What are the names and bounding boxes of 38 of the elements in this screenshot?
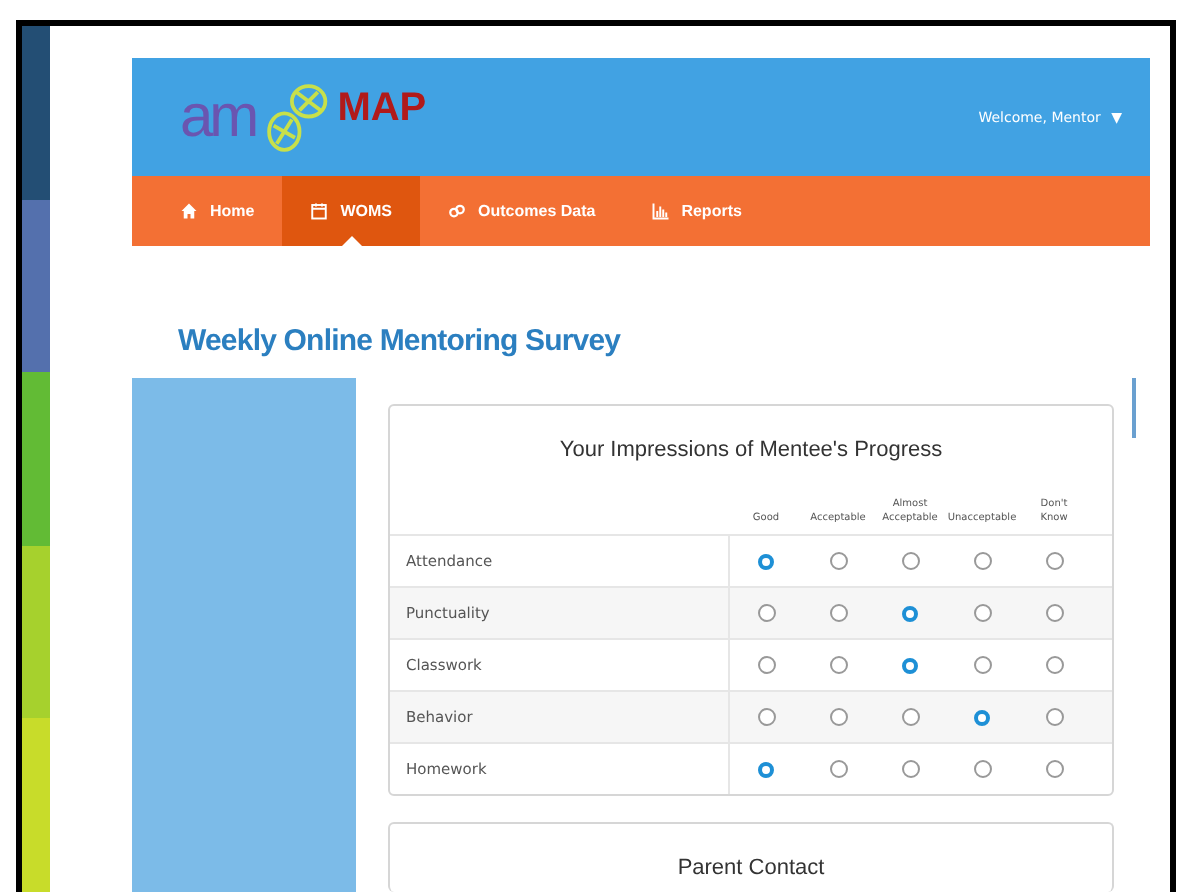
- nav-tab[interactable]: Reports: [623, 176, 770, 246]
- radio-button[interactable]: [829, 708, 847, 726]
- logo-text: MAP: [337, 86, 427, 132]
- radio-button[interactable]: [758, 761, 774, 777]
- radio-button[interactable]: [829, 552, 847, 570]
- nav-tab[interactable]: WOMS: [282, 176, 421, 246]
- radio-button[interactable]: [973, 656, 991, 674]
- page-title: Weekly Online Mentoring Survey: [178, 324, 623, 358]
- radio-button[interactable]: [902, 657, 918, 673]
- radio-button[interactable]: [901, 708, 919, 726]
- radio-button[interactable]: [757, 708, 775, 726]
- radio-button[interactable]: [973, 760, 991, 778]
- radio-button[interactable]: [757, 604, 775, 622]
- radio-button[interactable]: [829, 604, 847, 622]
- bar-chart-icon: [651, 202, 670, 220]
- card-title: Parent Contact: [675, 856, 827, 880]
- logo-text: am: [180, 83, 256, 151]
- nav-tab[interactable]: Home: [152, 176, 283, 246]
- radio-button[interactable]: [901, 760, 919, 778]
- radio-button[interactable]: [1045, 552, 1063, 570]
- radio-button[interactable]: [829, 760, 847, 778]
- radio-button[interactable]: [1045, 760, 1063, 778]
- radio-button[interactable]: [1045, 656, 1063, 674]
- radio-button[interactable]: [973, 552, 991, 570]
- radio-button[interactable]: [758, 553, 774, 569]
- card-title: Your Impressions of Mentee's Progress: [557, 438, 945, 462]
- radio-button[interactable]: [757, 656, 775, 674]
- radio-button[interactable]: [1045, 604, 1063, 622]
- link-icon: [448, 202, 467, 220]
- home-icon: [180, 202, 198, 220]
- calendar-icon: [310, 202, 329, 220]
- radio-button[interactable]: [974, 709, 990, 725]
- radio-button[interactable]: [1045, 708, 1063, 726]
- radio-button[interactable]: [829, 656, 847, 674]
- radio-button[interactable]: [973, 604, 991, 622]
- nav-tab[interactable]: Outcomes Data: [420, 176, 624, 246]
- radio-button[interactable]: [902, 605, 918, 621]
- radio-button[interactable]: [901, 552, 919, 570]
